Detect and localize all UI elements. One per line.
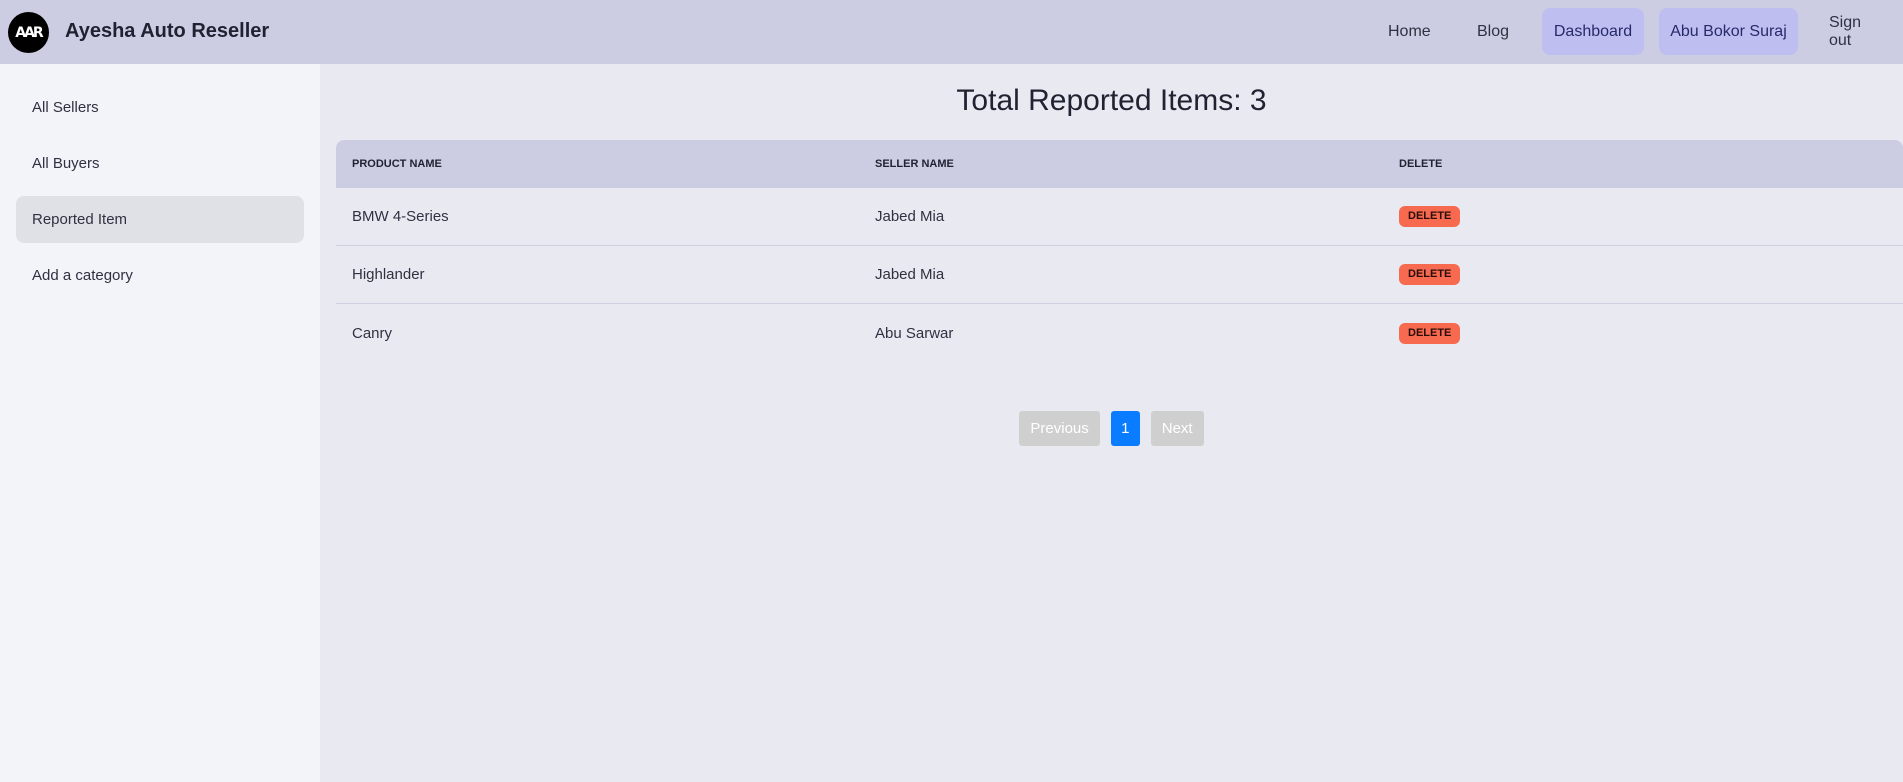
product-name-cell: Canry (352, 324, 393, 342)
brand-logo[interactable]: AAR (8, 12, 49, 53)
main-content: Total Reported Items: 3 Product Name Sel… (320, 64, 1903, 782)
table-row: Canry Abu Sarwar Delete (336, 304, 1903, 362)
sidebar-item-add-category[interactable]: Add a category (16, 252, 304, 299)
product-name-cell: Highlander (352, 266, 425, 283)
brand-name[interactable]: Ayesha Auto Reseller (65, 20, 269, 43)
seller-name-cell: Jabed Mia (875, 208, 945, 225)
top-navbar: AAR Ayesha Auto Reseller Home Blog Dashb… (0, 0, 1903, 64)
sidebar-item-all-sellers[interactable]: All Sellers (16, 84, 304, 131)
reported-items-table: Product Name Seller Name Delete BMW 4-Se… (336, 140, 1903, 362)
product-name-cell: BMW 4-Series (352, 208, 449, 225)
next-page-button[interactable]: Next (1150, 411, 1204, 446)
nav-home-link[interactable]: Home (1372, 8, 1447, 55)
nav-dashboard-link[interactable]: Dashboard (1542, 8, 1644, 55)
table-row: Highlander Jabed Mia Delete (336, 246, 1903, 304)
sidebar-item-all-buyers[interactable]: All Buyers (16, 140, 304, 187)
sidebar-item-reported-item[interactable]: Reported Item (16, 196, 304, 243)
delete-button[interactable]: Delete (1399, 322, 1461, 344)
table-row: BMW 4-Series Jabed Mia Delete (336, 188, 1903, 246)
previous-page-button[interactable]: Previous (1019, 411, 1100, 446)
page-title: Total Reported Items: 3 (956, 84, 1267, 117)
page-1-button[interactable]: 1 (1110, 411, 1140, 446)
nav-signout-button[interactable]: Sign out (1813, 8, 1903, 55)
header-product-name: Product Name (352, 158, 442, 170)
nav-user-button[interactable]: Abu Bokor Suraj (1659, 8, 1798, 55)
header-delete: Delete (1399, 158, 1443, 170)
delete-button[interactable]: Delete (1399, 264, 1461, 285)
header-seller-name: Seller Name (875, 158, 954, 170)
sidebar: All Sellers All Buyers Reported Item Add… (0, 64, 320, 782)
table-header: Product Name Seller Name Delete (336, 140, 1903, 188)
pagination: Previous 1 Next (320, 411, 1903, 446)
seller-name-cell: Jabed Mia (875, 266, 945, 283)
seller-name-cell: Abu Sarwar (875, 324, 954, 342)
delete-button[interactable]: Delete (1399, 206, 1461, 227)
nav-blog-link[interactable]: Blog (1461, 8, 1525, 55)
